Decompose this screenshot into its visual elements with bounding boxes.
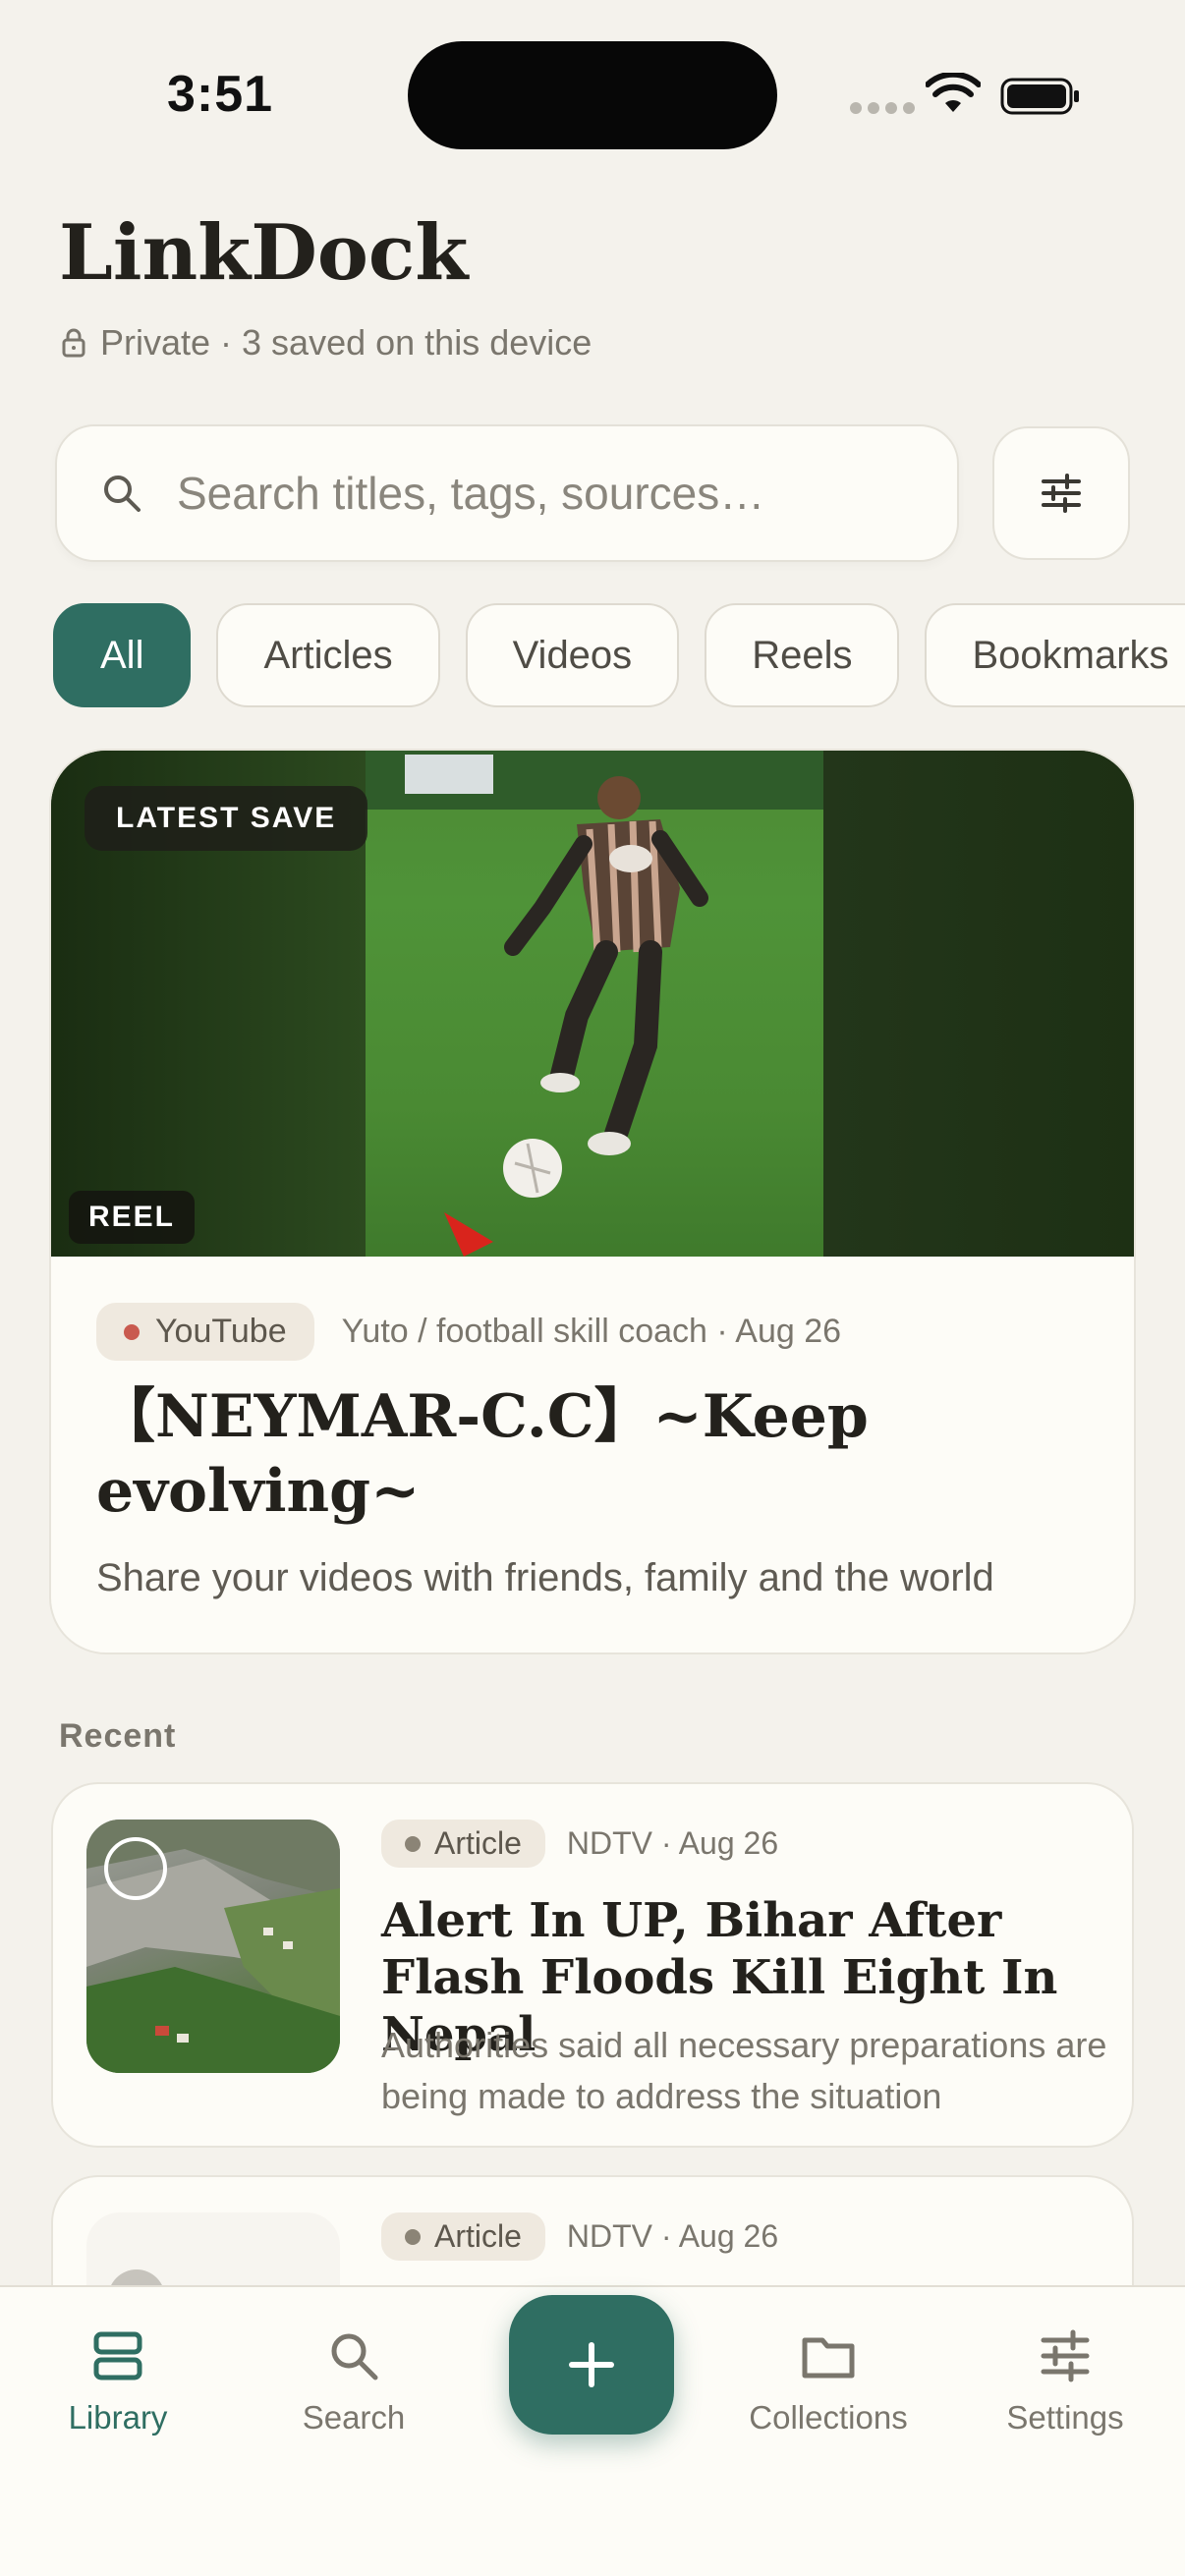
type-label: Article xyxy=(434,1825,522,1861)
type-label: Article xyxy=(434,2218,522,2254)
chip-bookmarks[interactable]: Bookmarks xyxy=(925,603,1185,707)
nav-search[interactable]: Search xyxy=(255,2326,452,2436)
article-dot-icon xyxy=(405,1835,421,1852)
filter-chips: All Articles Videos Reels Bookmarks xyxy=(53,603,1185,707)
featured-description: Share your videos with friends, family a… xyxy=(96,1556,994,1599)
filter-button[interactable] xyxy=(992,426,1130,560)
featured-thumbnail: LATEST SAVE REEL xyxy=(51,751,1134,1257)
type-pill: Article xyxy=(381,2212,545,2261)
item-meta: Article NDTV · Aug 26 xyxy=(381,1820,778,1868)
featured-title: 【NEYMAR-C.C】~Keep evolving~ xyxy=(96,1382,869,1526)
video-frame xyxy=(366,751,823,1257)
chip-reels[interactable]: Reels xyxy=(705,603,900,707)
wifi-icon xyxy=(926,73,981,112)
article-dot-icon xyxy=(405,2228,421,2245)
folder-icon xyxy=(802,2337,855,2379)
nav-search-label: Search xyxy=(302,2399,406,2436)
nav-settings[interactable]: Settings xyxy=(967,2326,1163,2436)
chip-articles[interactable]: Articles xyxy=(216,603,440,707)
source-pill: YouTube xyxy=(96,1303,314,1361)
add-link-button[interactable] xyxy=(509,2295,674,2435)
chip-videos[interactable]: Videos xyxy=(465,603,680,707)
nav-library[interactable]: Library xyxy=(20,2326,216,2436)
lock-icon xyxy=(62,328,85,358)
latest-save-badge: LATEST SAVE xyxy=(85,786,368,851)
item-source-date: NDTV · Aug 26 xyxy=(566,1825,779,1861)
item-description: Authorities said all necessary preparati… xyxy=(381,2025,1107,2116)
item-meta: Article NDTV · Aug 26 xyxy=(381,2212,778,2261)
search-bar[interactable] xyxy=(55,424,959,562)
youtube-dot-icon xyxy=(124,1323,140,1340)
plus-icon xyxy=(569,2342,614,2387)
battery-icon xyxy=(1000,78,1079,115)
type-pill: Article xyxy=(381,1820,545,1868)
list-item[interactable]: Article NDTV · Aug 26 Alert In UP, Bihar… xyxy=(51,1782,1134,2148)
app-title: LinkDock xyxy=(59,208,469,298)
search-icon xyxy=(331,2333,378,2380)
select-circle[interactable] xyxy=(104,1837,167,1900)
search-icon xyxy=(104,476,141,512)
dynamic-island xyxy=(408,41,777,149)
status-time: 3:51 xyxy=(167,66,274,123)
item-source-date: NDTV · Aug 26 xyxy=(566,2218,779,2254)
nav-library-label: Library xyxy=(68,2399,168,2436)
nav-collections[interactable]: Collections xyxy=(730,2326,927,2436)
privacy-text: Private · 3 saved on this device xyxy=(100,322,592,363)
library-icon xyxy=(93,2331,142,2380)
privacy-status: Private · 3 saved on this device xyxy=(61,322,592,364)
article-thumbnail xyxy=(86,1820,340,2073)
sliders-icon xyxy=(1042,474,1081,513)
nav-collections-label: Collections xyxy=(749,2399,908,2436)
featured-meta: YouTube Yuto / football skill coach · Au… xyxy=(96,1303,841,1361)
chip-all[interactable]: All xyxy=(53,603,192,707)
featured-card[interactable]: LATEST SAVE REEL YouTube Yuto / football… xyxy=(49,749,1136,1654)
search-input[interactable] xyxy=(177,467,865,520)
section-label-recent: Recent xyxy=(59,1717,177,1755)
featured-byline: Yuto / football skill coach · Aug 26 xyxy=(341,1313,842,1350)
nav-settings-label: Settings xyxy=(1006,2399,1124,2436)
signal-icon xyxy=(850,102,915,114)
sliders-icon xyxy=(1041,2329,1090,2382)
reel-badge: REEL xyxy=(69,1191,196,1244)
source-label: YouTube xyxy=(155,1313,287,1350)
